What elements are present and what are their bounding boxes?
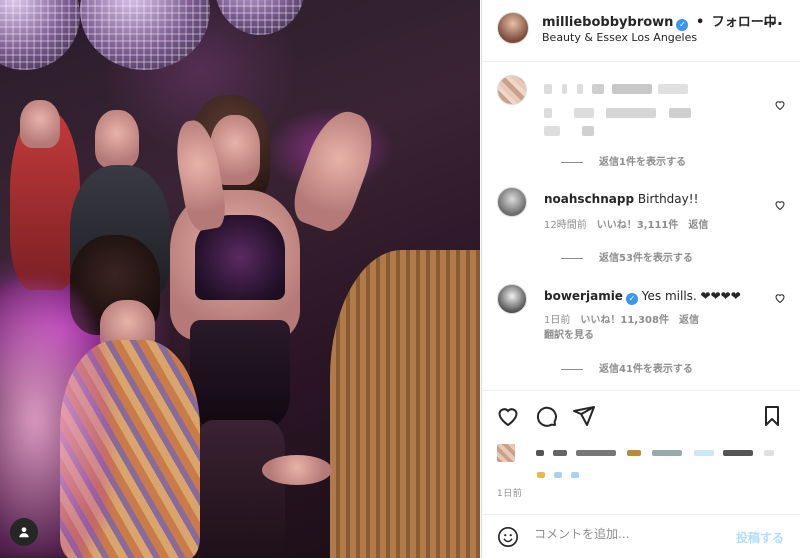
comment-meta: 12時間前 いいね！3,111件 返信: [544, 216, 708, 231]
view-replies-label: 返信41件を表示する: [599, 364, 693, 375]
likes-obscured-row-2: [537, 464, 580, 483]
likes-obscured-row-1: [497, 442, 774, 462]
translate-link[interactable]: 翻訳を見る: [544, 326, 594, 341]
post-location[interactable]: Beauty & Essex Los Angeles: [542, 31, 697, 44]
comment-like-count[interactable]: いいね！3,111件: [597, 220, 679, 231]
view-replies-label: 返信53件を表示する: [599, 253, 693, 264]
comments-list[interactable]: 返信1件を表示する noahschnapp Birthday!! 12時間前 いい…: [482, 63, 800, 390]
comment-composer: 投稿する: [482, 514, 800, 558]
comment-icon[interactable]: [534, 404, 558, 428]
dancer-arm-right: [286, 103, 384, 237]
tagged-users-icon[interactable]: [10, 518, 38, 546]
header-separator: •: [695, 15, 705, 30]
author-line: milliebobbybrown ✓ • フォロー中: [542, 11, 777, 31]
comment-obscured-text-2: [544, 105, 692, 119]
verified-badge-icon: ✓: [625, 293, 638, 305]
comment-like-count[interactable]: いいね！11,308件: [580, 315, 669, 326]
post-comment-button[interactable]: 投稿する: [736, 529, 784, 546]
post-action-bar: [482, 390, 800, 440]
post-header: milliebobbybrown ✓ • フォロー中 Beauty & Essex…: [482, 0, 800, 62]
commenter-avatar[interactable]: [497, 75, 527, 105]
likes-summary[interactable]: [497, 440, 785, 478]
fringe-jacket-person: [330, 250, 480, 558]
view-replies-label: 返信1件を表示する: [599, 157, 686, 168]
commenter-avatar[interactable]: [497, 284, 527, 314]
commenter-avatar[interactable]: [497, 187, 527, 217]
verified-badge-icon: ✓: [676, 19, 689, 31]
comment-obscured-text-3: [544, 123, 594, 137]
comment-input[interactable]: [534, 527, 714, 541]
comment-body: noahschnapp Birthday!!: [544, 192, 698, 206]
emoji-icon[interactable]: [497, 526, 519, 548]
paper-plane-icon[interactable]: [572, 404, 596, 428]
background-person-head: [20, 100, 60, 148]
reply-button[interactable]: 返信: [688, 220, 708, 231]
comment-meta: 1日前 いいね！11,308件 返信: [544, 311, 699, 326]
view-replies-link[interactable]: 返信53件を表示する: [561, 249, 693, 264]
background-man-head: [95, 110, 139, 168]
post-photo[interactable]: [0, 0, 480, 558]
comment-item: noahschnapp Birthday!! 12時間前 いいね！3,111件 返信…: [497, 187, 786, 282]
comment-obscured-text: [544, 81, 689, 95]
comment-like-icon[interactable]: [774, 99, 786, 111]
comment-item: bowerjamie ✓ Yes mills. ❤❤❤❤ 1日前 いいね！11,30…: [497, 284, 786, 384]
disco-ball-center: [80, 0, 210, 70]
comment-like-icon[interactable]: [774, 292, 786, 304]
fringe-person-hand: [262, 455, 332, 485]
comment-time[interactable]: 1日前: [544, 315, 570, 326]
comment-username[interactable]: bowerjamie: [544, 289, 623, 303]
comment-time[interactable]: 12時間前: [544, 220, 587, 231]
disco-ball-right: [215, 0, 305, 35]
bookmark-icon[interactable]: [760, 404, 784, 428]
dancer-legs: [195, 420, 285, 558]
comment-body: bowerjamie ✓ Yes mills. ❤❤❤❤: [544, 289, 741, 305]
comment-like-icon[interactable]: [774, 199, 786, 211]
heart-icon[interactable]: [496, 404, 520, 428]
comment-text: Birthday!!: [637, 192, 699, 206]
post-date[interactable]: 1日前: [497, 486, 522, 499]
author-username[interactable]: milliebobbybrown: [542, 15, 673, 30]
author-avatar[interactable]: [497, 12, 529, 44]
view-replies-link[interactable]: 返信1件を表示する: [561, 153, 686, 168]
reply-button[interactable]: 返信: [679, 315, 699, 326]
comment-item: 返信1件を表示する: [497, 75, 786, 185]
comment-username[interactable]: noahschnapp: [544, 192, 634, 206]
view-replies-link[interactable]: 返信41件を表示する: [561, 360, 693, 375]
comment-text: Yes mills. ❤❤❤❤: [641, 289, 741, 303]
post-side-panel: milliebobbybrown ✓ • フォロー中 Beauty & Essex…: [481, 0, 800, 558]
more-options-icon[interactable]: ···: [763, 14, 784, 33]
disco-ball-left: [0, 0, 80, 70]
dancer-shorts: [190, 320, 290, 430]
